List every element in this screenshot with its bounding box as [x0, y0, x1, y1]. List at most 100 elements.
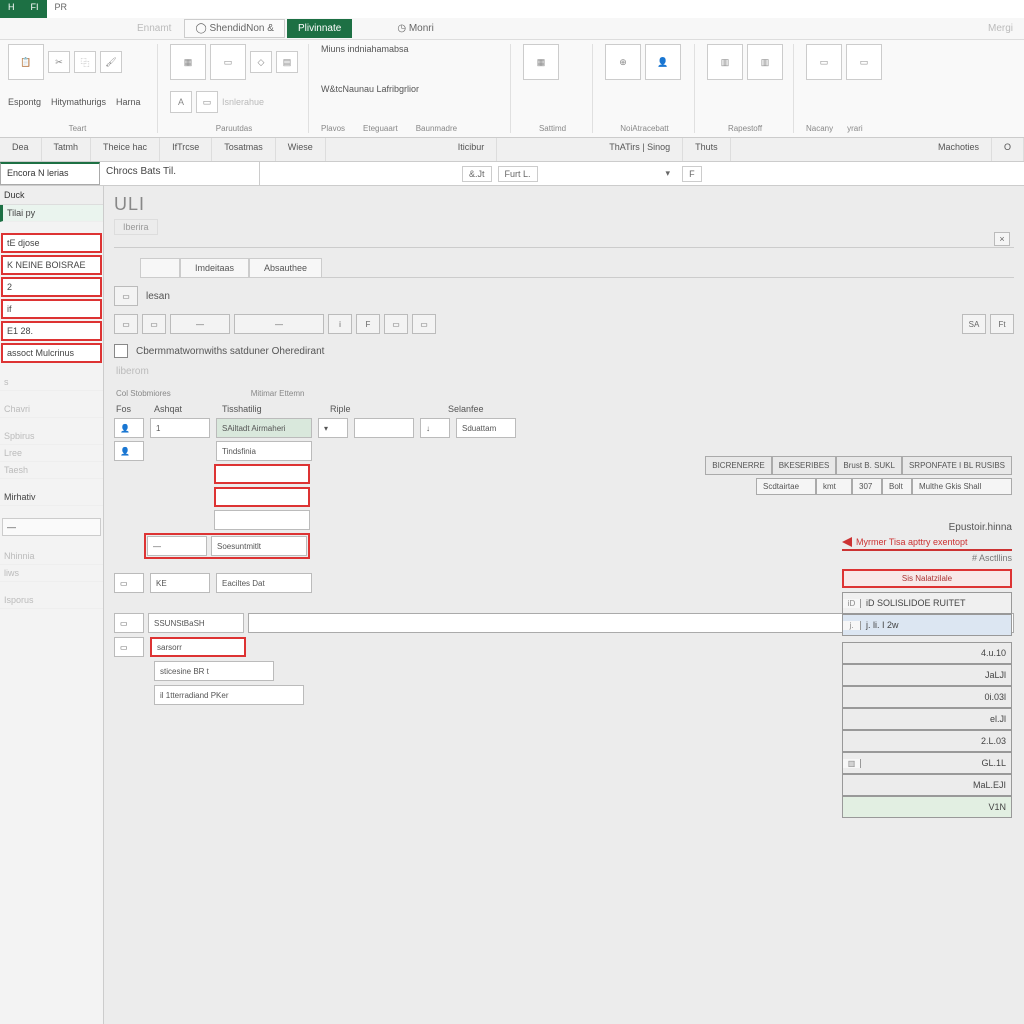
side-item-10[interactable]: Mirhativ	[0, 489, 103, 506]
long-icon[interactable]: ▭	[114, 613, 144, 633]
r1-btn2[interactable]: ↓	[420, 418, 450, 438]
b1-label[interactable]: sarsorr	[150, 637, 246, 657]
name-box[interactable]: Encora N lerias	[0, 162, 100, 185]
globe-button[interactable]: ⊕	[605, 44, 641, 80]
r3-redbox-1[interactable]	[214, 464, 310, 484]
hdr2-2[interactable]: kmt	[816, 478, 852, 495]
titlebar-tab-2[interactable]: FI	[23, 0, 47, 18]
r2-icon[interactable]: 👤	[114, 441, 144, 461]
sec-tab-2[interactable]: Tatmh	[42, 138, 92, 161]
rib-link-3c[interactable]: W&tcNaunau Lafribgrlior	[321, 84, 500, 94]
tb-end-1[interactable]: SA	[962, 314, 986, 334]
side-item-7[interactable]: s	[0, 374, 103, 391]
r4-redbox-2[interactable]	[214, 487, 310, 507]
ribbon-link-3[interactable]: Harna	[116, 97, 141, 107]
menu-tab-2[interactable]: ◯ ShendidNon &	[184, 19, 284, 38]
r1-c3[interactable]	[354, 418, 414, 438]
ribbon-link-2[interactable]: Hitymathurigs	[51, 97, 106, 107]
tb-5[interactable]: i	[328, 314, 352, 334]
r5-c2[interactable]: Soesuntmitlt	[211, 536, 307, 556]
side-item-1[interactable]: Tilai py	[0, 205, 103, 222]
r5-c1[interactable]: —	[147, 536, 207, 556]
b2-label[interactable]: sticesine BR t	[154, 661, 274, 681]
b3-label[interactable]: il 1tterradiand PKer	[154, 685, 304, 705]
callout-v7[interactable]: MaL.EJI	[842, 774, 1012, 796]
side-item-4b[interactable]: if	[1, 299, 102, 319]
side-item-8a[interactable]: Chavri	[0, 401, 103, 418]
table-button[interactable]: ▦	[170, 44, 206, 80]
side-item-4[interactable]: 2	[1, 277, 102, 297]
mn-button-2[interactable]: ▥	[747, 44, 783, 80]
side-item-6[interactable]: assoct Mulcrinus	[1, 343, 102, 363]
inner-tab-blank[interactable]	[140, 258, 180, 277]
r6-icon[interactable]: ▭	[114, 573, 144, 593]
hdr-3[interactable]: Brust B. SUKL	[836, 456, 902, 475]
ribbon-link-1[interactable]: Espontg	[8, 97, 41, 107]
hdr2-1[interactable]: Scdtairtae	[756, 478, 816, 495]
b1-icon[interactable]: ▭	[114, 637, 144, 657]
hdr-4[interactable]: SRPONFATE I BL RUSIBS	[902, 456, 1012, 475]
last-button-2[interactable]: ▭	[846, 44, 882, 80]
sec-tab-5[interactable]: Tosatmas	[212, 138, 276, 161]
r4b-cell[interactable]	[214, 510, 310, 530]
sec-tab-9[interactable]: Thuts	[683, 138, 731, 161]
callout-v6[interactable]: ▥GL.1L	[842, 752, 1012, 774]
callout-v1[interactable]: 4.u.10	[842, 642, 1012, 664]
r1-icon[interactable]: 👤	[114, 418, 144, 438]
tb-2[interactable]: ▭	[142, 314, 166, 334]
callout-r0b[interactable]: j.j. li. I 2w	[842, 614, 1012, 636]
fx-pill-4[interactable]: F	[682, 166, 702, 182]
r6-c1[interactable]: KE	[150, 573, 210, 593]
shape-button[interactable]: ◇	[250, 51, 272, 73]
last-button-1[interactable]: ▭	[806, 44, 842, 80]
close-icon[interactable]: ×	[994, 232, 1010, 246]
rib-sub-link[interactable]: Isnlerahue	[222, 97, 264, 107]
tb-4[interactable]: —	[234, 314, 324, 334]
side-item-boxed[interactable]: —	[2, 518, 101, 536]
btn-b[interactable]: ▭	[196, 91, 218, 113]
checkbox[interactable]	[114, 344, 128, 358]
callout-v8[interactable]: V1N	[842, 796, 1012, 818]
tb-6[interactable]: F	[356, 314, 380, 334]
callout-v5[interactable]: 2.L.03	[842, 730, 1012, 752]
menu-tab-active[interactable]: Plivinnate	[287, 19, 352, 38]
sec-tab-7[interactable]: Iticibur	[446, 138, 498, 161]
mn-button-1[interactable]: ▥	[707, 44, 743, 80]
sec-tab-o[interactable]: O	[992, 138, 1024, 161]
rib-link-3b[interactable]: Miuns indniahamabsa	[321, 44, 500, 54]
callout-v2[interactable]: JaLJl	[842, 664, 1012, 686]
r2-c2[interactable]: Tindsfinia	[216, 441, 312, 461]
format-painter-button[interactable]: 🖌	[100, 51, 122, 73]
tb-7[interactable]: ▭	[384, 314, 408, 334]
r1-c2[interactable]: SAiltadt Airmaheri	[216, 418, 312, 438]
menu-tab-1[interactable]: Ennamt	[126, 19, 182, 38]
image-button[interactable]: ▭	[210, 44, 246, 80]
paste-button[interactable]: 📋	[8, 44, 44, 80]
btn-a[interactable]: A	[170, 91, 192, 113]
side-item-12[interactable]: Isporus	[0, 592, 103, 609]
titlebar-tab-3[interactable]: PR	[47, 0, 76, 18]
sec-tab-1[interactable]: Dea	[0, 138, 42, 161]
r1-c1[interactable]: 1	[150, 418, 210, 438]
side-item-11b[interactable]: liws	[0, 565, 103, 582]
side-item-2[interactable]: tE djose	[1, 233, 102, 253]
sec-tab-6[interactable]: Wiese	[276, 138, 326, 161]
r1-btn1[interactable]: ▾	[318, 418, 348, 438]
sec-tab-8[interactable]: ThATirs | Sinog	[597, 138, 683, 161]
tb-8[interactable]: ▭	[412, 314, 436, 334]
person-button[interactable]: 👤	[645, 44, 681, 80]
hdr-2[interactable]: BKESERIBES	[772, 456, 837, 475]
copy-button[interactable]: ⿻	[74, 51, 96, 73]
inner-tab-1[interactable]: Imdeitaas	[180, 258, 249, 277]
side-item-11[interactable]: Nhinnia	[0, 548, 103, 565]
side-item-3[interactable]: K NEINE BOISRAE	[1, 255, 102, 275]
inner-tab-2[interactable]: Absauthee	[249, 258, 322, 277]
tb-1[interactable]: ▭	[114, 314, 138, 334]
sec-tab-3[interactable]: Theice hac	[91, 138, 160, 161]
r1-btn3[interactable]: Sduattam	[456, 418, 516, 438]
fx-pill-3[interactable]: ▾	[660, 166, 677, 181]
fx-pill-1[interactable]: &.Jt	[462, 166, 492, 182]
menu-tab-merge[interactable]: Mergi	[977, 19, 1024, 38]
hdr2-4[interactable]: Bolt	[882, 478, 912, 495]
grid-button[interactable]: ▦	[523, 44, 559, 80]
